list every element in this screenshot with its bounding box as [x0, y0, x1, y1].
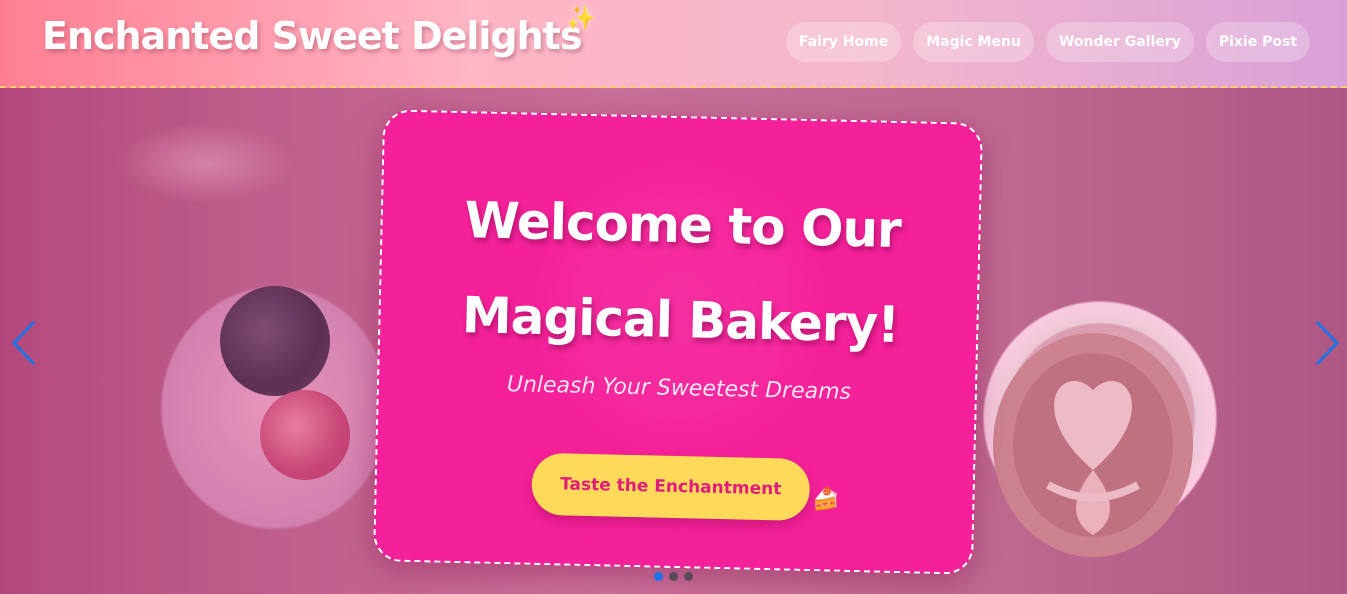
- chevron-left-icon: [11, 320, 36, 366]
- nav-item-magic-menu[interactable]: Magic Menu: [913, 22, 1034, 62]
- sparkle-icon: ✨: [566, 4, 596, 32]
- site-title[interactable]: Enchanted Sweet Delights: [42, 14, 582, 58]
- taste-enchantment-button[interactable]: Taste the Enchantment: [531, 452, 811, 522]
- main-nav: Fairy Home Magic Menu Wonder Gallery Pix…: [785, 22, 1310, 62]
- carousel-dot-1[interactable]: [654, 572, 663, 581]
- hero-headline: Welcome to Our Magical Bakery!: [419, 172, 943, 374]
- carousel-dot-3[interactable]: [684, 572, 693, 581]
- nav-item-pixie-post[interactable]: Pixie Post: [1205, 22, 1310, 62]
- nav-item-wonder-gallery[interactable]: Wonder Gallery: [1045, 22, 1194, 62]
- nav-item-fairy-home[interactable]: Fairy Home: [785, 22, 902, 62]
- carousel-dot-2[interactable]: [669, 572, 678, 581]
- hero-headline-line1: Welcome to Our: [463, 191, 902, 260]
- cake-icon: 🍰: [812, 487, 841, 513]
- carousel-prev-button[interactable]: [10, 320, 38, 366]
- site-header: Enchanted Sweet Delights ✨ Fairy Home Ma…: [0, 0, 1347, 88]
- carousel-next-button[interactable]: [1313, 320, 1341, 366]
- carousel-indicators: [654, 572, 693, 581]
- hero-headline-line2: Magical Bakery!: [461, 286, 900, 355]
- welcome-card: Welcome to Our Magical Bakery! Unleash Y…: [372, 109, 984, 575]
- chevron-right-icon: [1315, 320, 1340, 366]
